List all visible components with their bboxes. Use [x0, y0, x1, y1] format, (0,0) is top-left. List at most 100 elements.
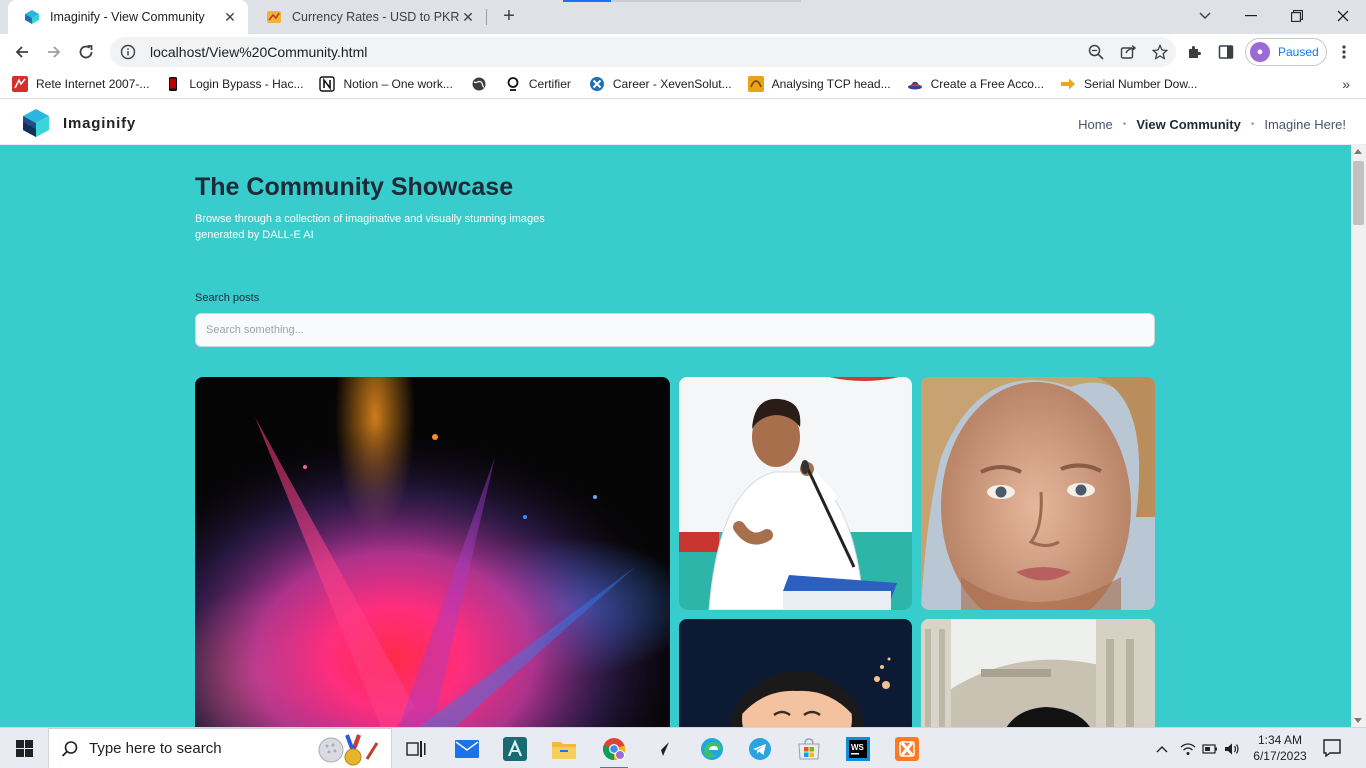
bookmark-label: Career - XevenSolut... — [612, 77, 732, 91]
url-text[interactable]: localhost/View%20Community.html — [150, 44, 1080, 60]
nav-view-community-link[interactable]: View Community — [1136, 117, 1241, 132]
scroll-up-icon[interactable] — [1354, 149, 1362, 154]
show-hidden-icons-icon[interactable] — [1156, 745, 1168, 753]
bookmark-star-icon[interactable] — [1144, 37, 1176, 67]
post-card-cartoon[interactable] — [679, 619, 912, 727]
taskbar-search-box[interactable]: Type here to search — [48, 728, 392, 768]
search-label: Search posts — [195, 292, 260, 304]
profile-status-label: Paused — [1278, 45, 1319, 59]
side-panel-icon[interactable] — [1214, 40, 1238, 64]
taskbar-clock[interactable]: 1:34 AM 6/17/2023 — [1248, 732, 1312, 764]
bookmark-label: Analysing TCP head... — [771, 77, 891, 91]
clock-date: 6/17/2023 — [1253, 749, 1307, 763]
wireshark-icon — [747, 76, 764, 92]
tab-search-icon[interactable] — [1182, 0, 1228, 32]
tab-imaginify[interactable]: Imaginify - View Community ✕ — [8, 0, 248, 34]
bookmark-globe[interactable] — [471, 76, 495, 92]
page-title: The Community Showcase — [195, 173, 514, 201]
post-card-speaker[interactable] — [679, 377, 912, 610]
bookmark-career-xeven[interactable]: Career - XevenSolut... — [589, 76, 732, 92]
battery-icon[interactable] — [1202, 742, 1218, 756]
more-menu-icon[interactable] — [1332, 40, 1356, 64]
bookmark-notion[interactable]: Notion – One work... — [319, 76, 453, 92]
bookmark-analysing-tcp[interactable]: Analysing TCP head... — [747, 76, 891, 92]
phone-icon — [169, 77, 178, 91]
post-card-portrait[interactable] — [921, 377, 1155, 610]
tab-divider — [486, 9, 487, 25]
search-input[interactable] — [195, 313, 1155, 347]
browser-tab-strip: Imaginify - View Community ✕ Currency Ra… — [0, 0, 1366, 34]
file-explorer-icon[interactable] — [540, 728, 588, 768]
svg-text:WS: WS — [851, 743, 865, 752]
close-tab-icon[interactable]: ✕ — [222, 9, 238, 26]
bookmark-rete-internet[interactable]: Rete Internet 2007-... — [12, 76, 149, 92]
chrome-taskbar-icon[interactable] — [590, 728, 638, 768]
site-info-icon[interactable] — [120, 44, 136, 60]
forward-icon[interactable] — [40, 38, 68, 66]
extensions-icon[interactable] — [1182, 40, 1206, 64]
imaginify-logo-icon[interactable] — [22, 108, 50, 138]
back-icon[interactable] — [8, 38, 36, 66]
post-image — [679, 619, 912, 727]
tab-title: Currency Rates - USD to PKR - FO — [292, 10, 460, 24]
microsoft-store-icon[interactable] — [785, 728, 833, 768]
currency-favicon-icon — [267, 11, 281, 23]
share-icon[interactable] — [1112, 37, 1144, 67]
nav-separator: • — [1250, 119, 1255, 130]
globe-icon — [472, 77, 486, 91]
cursor-app-icon[interactable] — [638, 728, 686, 768]
bookmark-create-free-account[interactable]: Create a Free Acco... — [907, 76, 1044, 92]
close-tab-icon[interactable]: ✕ — [460, 9, 476, 26]
profile-paused-button[interactable]: ● Paused — [1245, 38, 1327, 66]
android-studio-icon[interactable] — [491, 728, 539, 768]
notion-icon — [319, 76, 336, 92]
brand-name[interactable]: Imaginify — [63, 115, 136, 132]
nav-imagine-here-link[interactable]: Imagine Here! — [1264, 117, 1346, 132]
bookmark-label: Certifier — [528, 77, 571, 91]
new-tab-button[interactable]: + — [498, 5, 520, 27]
post-image — [195, 377, 670, 727]
restore-icon[interactable] — [1274, 0, 1320, 32]
page-scrollbar[interactable] — [1351, 145, 1366, 727]
bookmark-login-bypass[interactable]: Login Bypass - Hac... — [165, 76, 303, 92]
imaginify-favicon-icon — [25, 10, 39, 24]
post-image — [921, 377, 1155, 610]
volume-icon[interactable] — [1224, 742, 1240, 756]
golf-medal-icon — [318, 734, 379, 766]
post-image — [679, 377, 912, 610]
bookmarks-overflow-icon[interactable]: » — [1342, 76, 1350, 92]
post-card-color-explosion[interactable] — [195, 377, 670, 727]
avatar: ● — [1250, 42, 1270, 62]
windows-taskbar: Type here to search WS 1:34 AM 6/17/2023 — [0, 727, 1366, 768]
nav-separator: • — [1122, 119, 1127, 130]
scrollbar-thumb[interactable] — [1353, 161, 1364, 225]
close-window-icon[interactable] — [1320, 0, 1366, 32]
bookmarks-bar: Rete Internet 2007-... Login Bypass - Ha… — [0, 70, 1366, 98]
minimize-icon[interactable] — [1228, 0, 1274, 32]
post-card-building[interactable] — [921, 619, 1155, 727]
hat-icon — [907, 81, 922, 90]
xampp-icon[interactable] — [883, 728, 931, 768]
bookmark-label: Notion – One work... — [343, 77, 453, 91]
webstorm-icon[interactable]: WS — [834, 728, 882, 768]
reload-icon[interactable] — [72, 38, 100, 66]
bookmark-label: Login Bypass - Hac... — [189, 77, 304, 91]
zoom-icon[interactable] — [1080, 37, 1112, 67]
bookmark-serial-number[interactable]: Serial Number Dow... — [1060, 76, 1197, 92]
address-bar[interactable]: localhost/View%20Community.html — [110, 37, 1176, 67]
notification-center-icon[interactable] — [1322, 738, 1342, 758]
telegram-icon[interactable] — [736, 728, 784, 768]
wifi-icon[interactable] — [1180, 742, 1196, 756]
bookmark-certifier[interactable]: Certifier — [505, 76, 571, 92]
windows-start-icon[interactable] — [0, 728, 48, 768]
tab-currency-rates[interactable]: Currency Rates - USD to PKR - FO ✕ — [250, 0, 486, 34]
edge-icon[interactable] — [688, 728, 736, 768]
mail-icon[interactable] — [443, 728, 491, 768]
scroll-down-icon[interactable] — [1354, 718, 1362, 723]
bookmark-label: Create a Free Acco... — [930, 77, 1044, 91]
nav-home-link[interactable]: Home — [1078, 117, 1113, 132]
certifier-icon — [507, 77, 519, 91]
task-view-icon[interactable] — [392, 728, 440, 768]
main-nav: Home • View Community • Imagine Here! — [1078, 117, 1346, 132]
system-tray — [1156, 728, 1240, 768]
